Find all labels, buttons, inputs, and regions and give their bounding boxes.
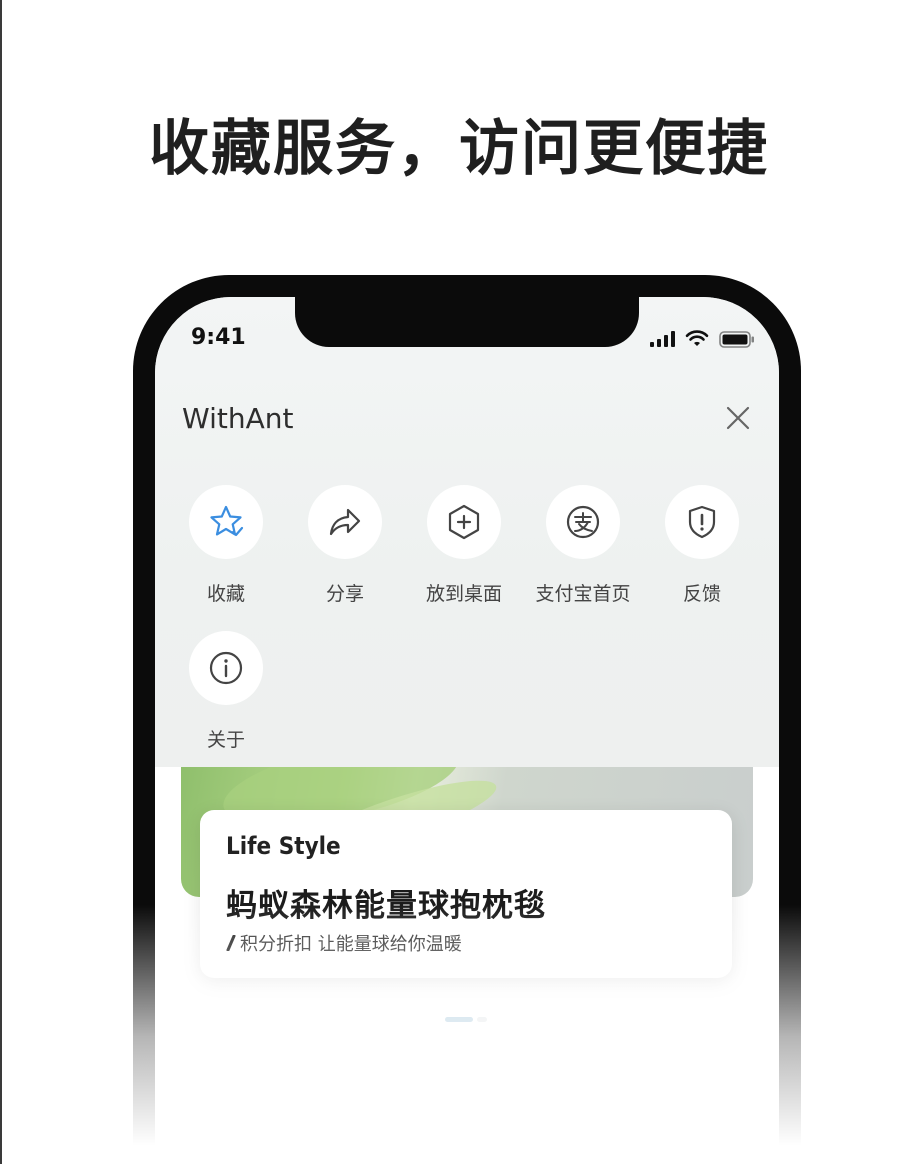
action-label: 分享 (325, 583, 364, 605)
battery-icon (719, 330, 754, 348)
alipay-icon-circle (546, 485, 620, 559)
close-icon[interactable] (723, 403, 753, 433)
action-label: 反馈 (682, 583, 721, 605)
phone-notch (295, 297, 639, 347)
phone-screen: 9:41 WithAnt 收藏 分享 放到桌面 支付宝首页 反馈 关于 Life… (155, 297, 779, 1145)
card-tag: Life Style (226, 832, 341, 860)
feedback-icon-circle (665, 485, 739, 559)
sheet-title: WithAnt (182, 402, 294, 435)
promo-headline: 收藏服务，访问更便捷 (149, 114, 769, 184)
action-sheet: 9:41 WithAnt 收藏 分享 放到桌面 支付宝首页 反馈 关于 (155, 297, 779, 767)
action-label: 支付宝首页 (535, 583, 631, 605)
star-check-icon (210, 505, 244, 537)
action-about-button[interactable]: 关于 (171, 631, 281, 752)
action-label: 放到桌面 (425, 583, 502, 605)
shield-alert-icon (688, 505, 716, 539)
card-subtitle: 积分折扣 让能量球给你温暖 (240, 934, 462, 955)
slash-icon (226, 935, 236, 951)
favorite-icon-circle (189, 485, 263, 559)
promo-card[interactable]: Life Style 蚂蚁森林能量球抱枕毯 积分折扣 让能量球给你温暖 (200, 810, 732, 978)
wifi-icon (685, 330, 709, 346)
action-feedback-button[interactable]: 反馈 (647, 485, 757, 606)
action-alipay-home-button[interactable]: 支付宝首页 (528, 485, 638, 606)
signal-icon (650, 331, 675, 347)
page-indicator (445, 1017, 487, 1022)
action-label: 关于 (206, 729, 245, 751)
alipay-icon (566, 505, 600, 539)
action-add-to-desktop-button[interactable]: 放到桌面 (409, 485, 519, 606)
share-arrow-icon (329, 508, 361, 536)
share-icon-circle (308, 485, 382, 559)
page-content: Life Style 蚂蚁森林能量球抱枕毯 积分折扣 让能量球给你温暖 (155, 767, 779, 1145)
phone-frame: 9:41 WithAnt 收藏 分享 放到桌面 支付宝首页 反馈 关于 Life… (133, 275, 801, 1145)
action-share-button[interactable]: 分享 (290, 485, 400, 606)
card-title: 蚂蚁森林能量球抱枕毯 (226, 888, 546, 924)
info-icon (209, 651, 243, 685)
action-favorite-button[interactable]: 收藏 (171, 485, 281, 606)
status-icons (650, 330, 755, 348)
add-desktop-icon-circle (427, 485, 501, 559)
status-time: 9:41 (191, 325, 246, 350)
page-dot (477, 1017, 487, 1022)
about-icon-circle (189, 631, 263, 705)
page-dot-active (445, 1017, 473, 1022)
card-subtitle-row: 积分折扣 让能量球给你温暖 (226, 930, 462, 956)
action-label: 收藏 (206, 583, 245, 605)
add-hexagon-icon (448, 504, 480, 540)
